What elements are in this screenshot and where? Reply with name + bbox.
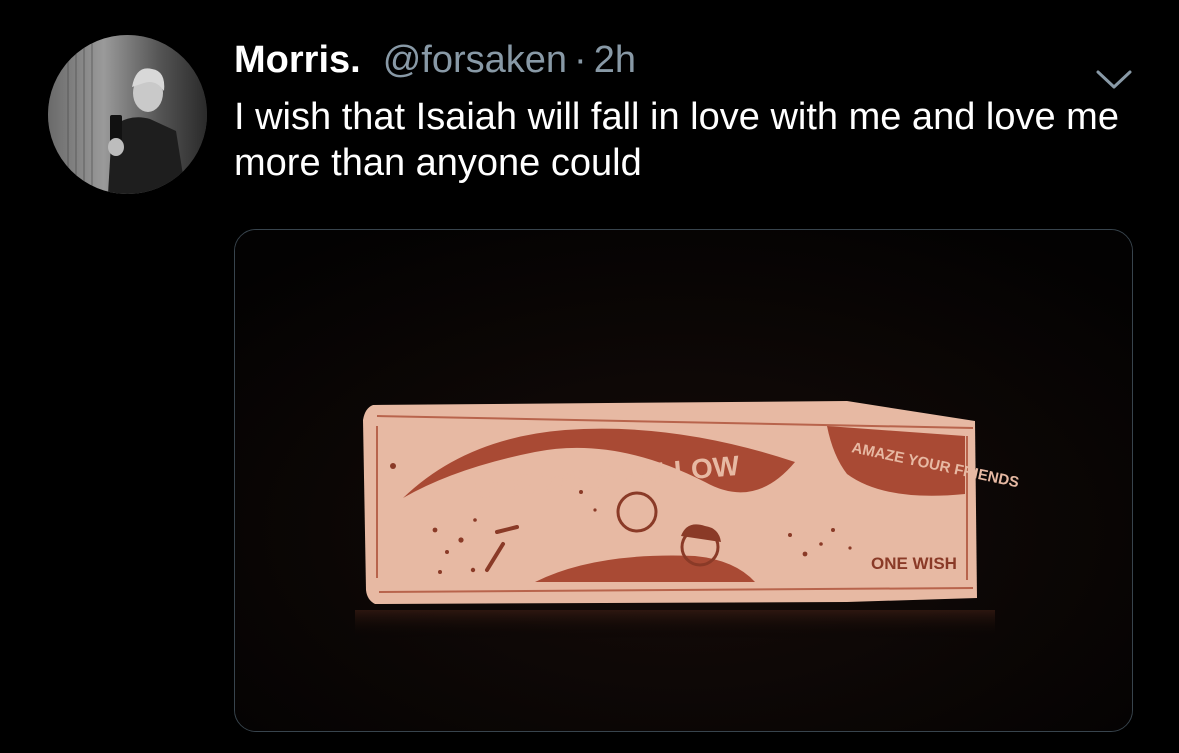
author-name[interactable]: Morris. [234, 39, 361, 82]
media-photo: ONE WISH WILLOW AMAZE YOUR FRIENDS ONE W… [235, 230, 1132, 731]
tweet[interactable]: Morris. @forsaken · 2h I wish that Isaia… [0, 0, 1179, 753]
tweet-text: I wish that Isaiah will fall in love wit… [234, 96, 1119, 184]
separator-dot: · [574, 38, 587, 81]
profile-photo [48, 35, 207, 194]
tweet-header: Morris. @forsaken · 2h [234, 34, 636, 86]
paper-package: ONE WISH WILLOW AMAZE YOUR FRIENDS ONE W… [363, 401, 1021, 604]
chevron-down-icon[interactable] [1092, 66, 1136, 94]
package-footer-text: ONE WISH [871, 554, 957, 573]
timestamp[interactable]: 2h [594, 39, 636, 82]
author-handle[interactable]: @forsaken [383, 39, 567, 82]
tweet-media[interactable]: ONE WISH WILLOW AMAZE YOUR FRIENDS ONE W… [234, 229, 1133, 732]
avatar[interactable] [48, 35, 207, 194]
